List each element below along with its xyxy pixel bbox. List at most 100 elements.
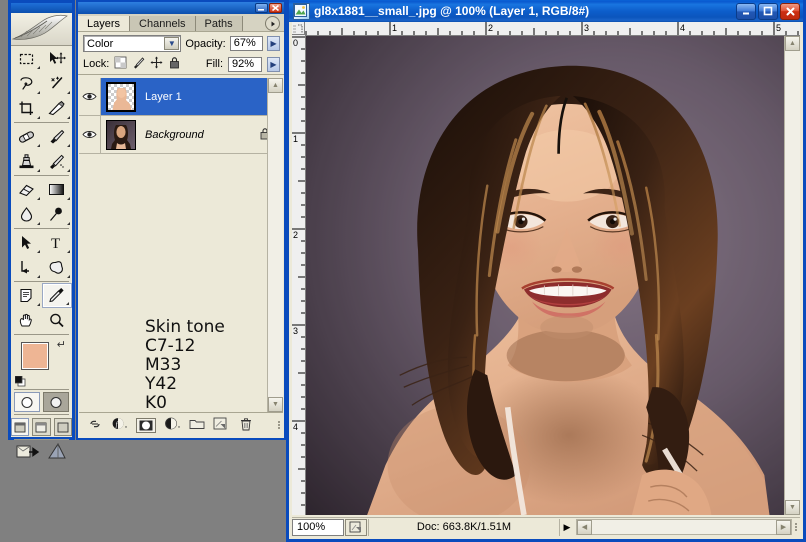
new-adjustment-layer-button[interactable] — [164, 417, 181, 433]
window-resize-grip[interactable] — [792, 523, 800, 531]
layers-scrollbar[interactable]: ▲ ▼ — [267, 78, 283, 412]
standard-screen-mode-button[interactable] — [11, 418, 29, 436]
add-layer-mask-button[interactable] — [136, 418, 156, 433]
portrait-photograph — [306, 36, 800, 515]
close-button[interactable] — [780, 3, 800, 20]
opacity-label: Opacity: — [185, 38, 225, 50]
ruler-corner[interactable] — [292, 22, 305, 35]
new-layer-button[interactable] — [213, 417, 227, 433]
tab-channels[interactable]: Channels — [130, 16, 195, 31]
notes-tool[interactable] — [11, 283, 42, 308]
slice-tool[interactable] — [42, 96, 73, 121]
fill-label: Fill: — [206, 58, 223, 70]
opacity-slider-arrow[interactable]: ▶ — [267, 36, 280, 51]
default-colors-icon[interactable] — [15, 374, 26, 385]
layers-palette-titlebar[interactable] — [78, 2, 284, 14]
lock-all-icon[interactable] — [168, 56, 181, 72]
gradient-tool[interactable] — [42, 177, 73, 202]
palette-menu-icon[interactable] — [265, 16, 280, 31]
preview-icon[interactable] — [345, 519, 367, 536]
blur-tool[interactable] — [11, 202, 42, 227]
vertical-ruler[interactable]: 012345 — [292, 35, 306, 515]
new-group-button[interactable] — [189, 418, 205, 433]
jump-to-row — [11, 441, 72, 467]
canvas-scroll-right-button[interactable]: ▶ — [776, 520, 791, 535]
layer-style-button[interactable]: f — [111, 417, 128, 433]
eyedropper-tool[interactable] — [42, 283, 73, 308]
tool-grid: T — [11, 46, 72, 336]
type-tool[interactable]: T — [42, 230, 73, 255]
resize-grip[interactable] — [275, 421, 283, 429]
blend-mode-row: Color ▼ Opacity: 67% ▶ — [78, 32, 284, 54]
layers-palette-bottom-bar: f — [79, 412, 283, 437]
zoom-level-input[interactable]: 100% — [292, 519, 344, 536]
path-selection-tool[interactable] — [11, 230, 42, 255]
canvas-scroll-down-button[interactable]: ▼ — [785, 500, 800, 515]
link-layers-button[interactable] — [87, 418, 103, 433]
history-brush-tool[interactable] — [42, 149, 73, 174]
document-titlebar[interactable]: gl8x1881__small_.jpg @ 100% (Layer 1, RG… — [289, 0, 803, 22]
full-screen-mode-button[interactable] — [54, 418, 72, 436]
scroll-down-button[interactable]: ▼ — [268, 397, 283, 412]
eraser-tool[interactable] — [11, 177, 42, 202]
canvas-vertical-scrollbar[interactable]: ▲ ▼ — [784, 36, 800, 515]
brush-tool[interactable] — [42, 124, 73, 149]
chevron-down-icon[interactable]: ▼ — [164, 37, 179, 50]
skin-tone-annotation: Skin tone C7-12 M33 Y42 K0 — [145, 318, 225, 412]
layer-visibility-toggle[interactable] — [79, 78, 101, 115]
magic-wand-tool[interactable] — [42, 71, 73, 96]
lock-transparent-pixels-icon[interactable] — [114, 56, 127, 72]
scroll-up-button[interactable]: ▲ — [268, 78, 283, 93]
zoom-tool[interactable] — [42, 308, 73, 333]
document-title-text: gl8x1881__small_.jpg @ 100% (Layer 1, RG… — [314, 4, 589, 18]
tab-layers[interactable]: Layers — [78, 16, 130, 31]
extras-icon[interactable] — [46, 442, 68, 467]
toolbox-palette: T — [8, 0, 75, 440]
lock-position-icon[interactable] — [150, 56, 163, 72]
table-row[interactable]: Background — [79, 116, 283, 154]
lock-row: Lock: Fill: 92% ▶ — [78, 54, 284, 75]
clone-stamp-tool[interactable] — [11, 149, 42, 174]
status-menu-arrow-icon[interactable]: ▶ — [560, 522, 574, 533]
tab-paths[interactable]: Paths — [196, 16, 243, 31]
lock-image-pixels-icon[interactable] — [132, 56, 145, 72]
horizontal-ruler[interactable]: 012345 — [292, 22, 800, 36]
layer-visibility-toggle[interactable] — [79, 116, 101, 153]
fill-slider-arrow[interactable]: ▶ — [267, 57, 280, 72]
layers-palette-close-button[interactable] — [269, 3, 282, 13]
lasso-tool[interactable] — [11, 71, 42, 96]
standard-mask-mode-button[interactable] — [14, 392, 40, 412]
canvas-scroll-left-button[interactable]: ◀ — [577, 520, 592, 535]
swap-colors-icon[interactable]: ↵ — [57, 338, 66, 351]
layers-palette-minimize-button[interactable] — [255, 3, 268, 13]
dodge-tool[interactable] — [42, 202, 73, 227]
hand-tool[interactable] — [11, 308, 42, 333]
rectangular-marquee-tool[interactable] — [11, 46, 42, 71]
custom-shape-tool[interactable] — [42, 255, 73, 280]
layer-thumbnail[interactable] — [106, 82, 136, 112]
maximize-button[interactable] — [758, 3, 778, 20]
move-tool[interactable] — [42, 46, 73, 71]
fill-input[interactable]: 92% — [228, 57, 262, 72]
svg-text:0: 0 — [293, 38, 298, 48]
window-controls — [734, 3, 803, 20]
canvas-scroll-up-button[interactable]: ▲ — [785, 36, 800, 51]
layer-thumbnail[interactable] — [106, 120, 136, 150]
crop-tool[interactable] — [11, 96, 42, 121]
image-canvas[interactable] — [306, 36, 800, 515]
full-screen-menu-mode-button[interactable] — [32, 418, 50, 436]
minimize-button[interactable] — [736, 3, 756, 20]
blend-mode-select[interactable]: Color ▼ — [83, 35, 181, 52]
delete-layer-button[interactable] — [239, 417, 253, 434]
opacity-input[interactable]: 67% — [230, 36, 264, 51]
tool-divider — [14, 122, 69, 123]
jump-to-imageready-button[interactable] — [16, 442, 40, 467]
toolbox-titlebar[interactable] — [11, 3, 72, 13]
healing-brush-tool[interactable] — [11, 124, 42, 149]
quick-mask-mode-button[interactable] — [43, 392, 69, 412]
canvas-horizontal-scrollbar[interactable]: ◀ ▶ — [576, 519, 792, 535]
screen-mode-row — [11, 416, 72, 438]
foreground-color-swatch[interactable] — [21, 342, 49, 370]
table-row[interactable]: Layer 1 — [79, 78, 283, 116]
pen-tool[interactable] — [11, 255, 42, 280]
